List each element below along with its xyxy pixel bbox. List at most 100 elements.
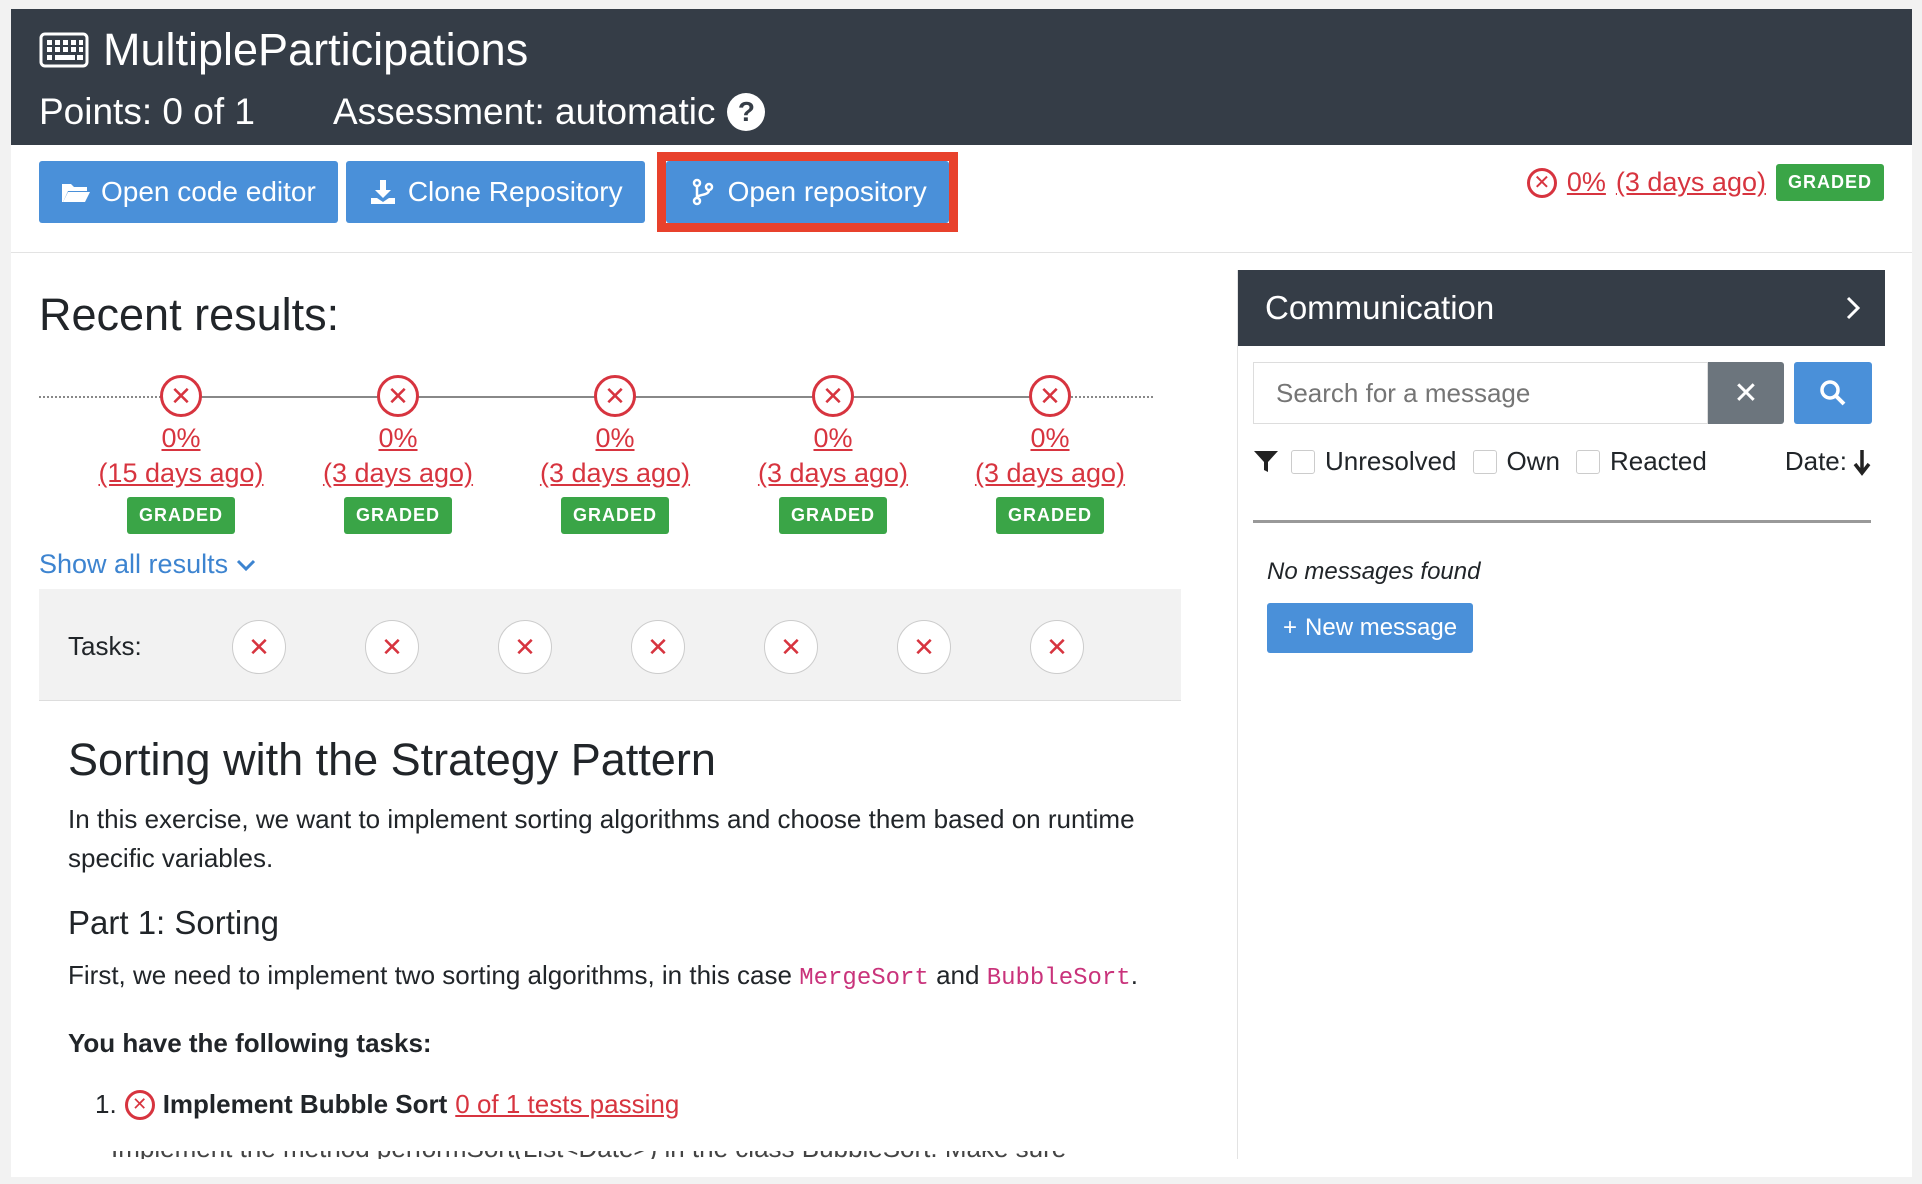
- failed-result-icon: ✕: [594, 375, 636, 417]
- open-repository-label: Open repository: [727, 176, 927, 207]
- meta-row: Points: 0 of 1 Assessment: automatic ?: [39, 91, 766, 133]
- result-date[interactable]: (3 days ago): [540, 458, 690, 489]
- plus-icon: +: [1283, 614, 1298, 641]
- tasks-bar: Tasks: ✕ ✕ ✕ ✕ ✕ ✕ ✕: [39, 589, 1181, 701]
- task-status-icon[interactable]: ✕: [232, 620, 286, 674]
- divider: [1253, 520, 1871, 523]
- result-percent[interactable]: 0%: [378, 423, 417, 454]
- search-icon: [1820, 380, 1846, 406]
- latest-result-date[interactable]: (3 days ago): [1616, 167, 1766, 198]
- code-mergesort: MergeSort: [799, 965, 929, 992]
- chevron-right-icon[interactable]: [1845, 295, 1861, 321]
- message-search: ✕: [1253, 362, 1872, 424]
- new-message-button[interactable]: + New message: [1267, 603, 1474, 653]
- graded-badge: GRADED: [995, 497, 1104, 534]
- graded-badge: GRADED: [560, 497, 669, 534]
- latest-result-percent[interactable]: 0%: [1567, 167, 1606, 198]
- divider: [11, 252, 1912, 253]
- title-row: MultipleParticipations: [39, 27, 528, 72]
- reacted-filter-label: Reacted: [1609, 446, 1707, 476]
- failed-result-icon: ✕: [812, 375, 854, 417]
- help-icon[interactable]: ?: [727, 93, 766, 131]
- new-message-label: New message: [1305, 614, 1458, 641]
- reacted-checkbox[interactable]: [1575, 449, 1600, 474]
- show-all-results-link[interactable]: Show all results: [39, 549, 256, 580]
- result-item[interactable]: ✕ 0% (3 days ago) GRADED: [950, 375, 1150, 534]
- result-percent[interactable]: 0%: [813, 423, 852, 454]
- clone-repository-label: Clone Repository: [407, 176, 623, 207]
- keyboard-icon: [39, 32, 89, 67]
- action-buttons: Open code editor Clone Repository Open r…: [39, 152, 958, 232]
- date-sort-toggle[interactable]: Date:: [1785, 446, 1871, 477]
- task-status-icon[interactable]: ✕: [365, 620, 419, 674]
- open-code-editor-label: Open code editor: [101, 176, 316, 207]
- result-item[interactable]: ✕ 0% (3 days ago) GRADED: [298, 375, 498, 534]
- problem-statement: Sorting with the Strategy Pattern In thi…: [68, 734, 1178, 1120]
- highlight-box: Open repository: [656, 152, 958, 232]
- part1-end: .: [1130, 960, 1138, 990]
- search-button[interactable]: [1794, 362, 1872, 424]
- graded-badge: GRADED: [778, 497, 887, 534]
- result-item[interactable]: ✕ 0% (15 days ago) GRADED: [81, 375, 281, 534]
- tasks-label: Tasks:: [68, 631, 142, 661]
- communication-header[interactable]: Communication: [1238, 270, 1885, 346]
- result-item[interactable]: ✕ 0% (3 days ago) GRADED: [515, 375, 715, 534]
- own-filter-label: Own: [1506, 446, 1560, 476]
- message-filters: Unresolved Own Reacted Date:: [1253, 446, 1871, 477]
- failed-task-icon: ✕: [124, 1089, 155, 1120]
- points-label: Points: 0 of 1: [39, 91, 255, 132]
- communication-title: Communication: [1265, 289, 1495, 326]
- failed-result-icon: ✕: [377, 375, 419, 417]
- task-status-icon[interactable]: ✕: [764, 620, 818, 674]
- assessment-label: Assessment: automatic: [332, 91, 716, 132]
- task-tests-link[interactable]: 0 of 1 tests passing: [455, 1089, 679, 1120]
- failed-result-icon: ✕: [1526, 167, 1557, 198]
- problem-title: Sorting with the Strategy Pattern: [68, 734, 716, 785]
- code-bubblesort: BubbleSort: [986, 965, 1131, 992]
- task-status-icon[interactable]: ✕: [897, 620, 951, 674]
- result-date[interactable]: (3 days ago): [323, 458, 473, 489]
- graded-badge: GRADED: [126, 497, 235, 534]
- result-percent[interactable]: 0%: [595, 423, 634, 454]
- result-percent[interactable]: 0%: [161, 423, 200, 454]
- clone-repository-button[interactable]: Clone Repository: [345, 161, 645, 223]
- chevron-down-icon: [237, 559, 256, 571]
- bottom-edge: [11, 1159, 1912, 1177]
- search-input[interactable]: [1253, 362, 1708, 424]
- result-percent[interactable]: 0%: [1030, 423, 1069, 454]
- result-item[interactable]: ✕ 0% (3 days ago) GRADED: [733, 375, 933, 534]
- own-checkbox[interactable]: [1472, 449, 1497, 474]
- clear-search-button[interactable]: ✕: [1708, 362, 1784, 424]
- folder-open-icon: [62, 184, 90, 202]
- page-frame: MultipleParticipations Points: 0 of 1 As…: [11, 9, 1912, 1177]
- date-sort-label: Date:: [1784, 446, 1847, 476]
- unresolved-filter-label: Unresolved: [1325, 446, 1457, 476]
- open-code-editor-button[interactable]: Open code editor: [39, 161, 338, 223]
- task-item: 1. ✕ Implement Bubble Sort 0 of 1 tests …: [95, 1089, 1178, 1120]
- show-all-results-label: Show all results: [39, 549, 229, 579]
- task-status-icon[interactable]: ✕: [1030, 620, 1084, 674]
- task-status-icon[interactable]: ✕: [498, 620, 552, 674]
- result-date[interactable]: (15 days ago): [98, 458, 263, 489]
- problem-intro: In this exercise, we want to implement s…: [68, 804, 1135, 873]
- task-list: 1. ✕ Implement Bubble Sort 0 of 1 tests …: [95, 1089, 1178, 1120]
- result-date[interactable]: (3 days ago): [758, 458, 908, 489]
- part1-and: and: [936, 960, 980, 990]
- graded-badge: GRADED: [343, 497, 452, 534]
- download-icon: [370, 180, 395, 204]
- exercise-header: MultipleParticipations Points: 0 of 1 As…: [11, 9, 1912, 145]
- no-messages-text: No messages found: [1267, 558, 1481, 585]
- task-title: Implement Bubble Sort: [162, 1089, 448, 1119]
- unresolved-checkbox[interactable]: [1291, 449, 1315, 474]
- communication-panel: Communication ✕ Unresolved Own: [1237, 270, 1885, 1177]
- results-timeline: ✕ 0% (15 days ago) GRADED ✕ 0% (3 days a…: [39, 367, 1153, 534]
- recent-results-title: Recent results:: [39, 289, 340, 340]
- result-date[interactable]: (3 days ago): [975, 458, 1125, 489]
- code-branch-icon: [692, 178, 713, 206]
- open-repository-button[interactable]: Open repository: [665, 161, 949, 223]
- task-number: 1.: [95, 1089, 117, 1119]
- filter-icon: [1254, 450, 1278, 472]
- failed-result-icon: ✕: [1029, 375, 1071, 417]
- task-status-icon[interactable]: ✕: [631, 620, 685, 674]
- part1-text: First, we need to implement two sorting …: [68, 956, 1178, 998]
